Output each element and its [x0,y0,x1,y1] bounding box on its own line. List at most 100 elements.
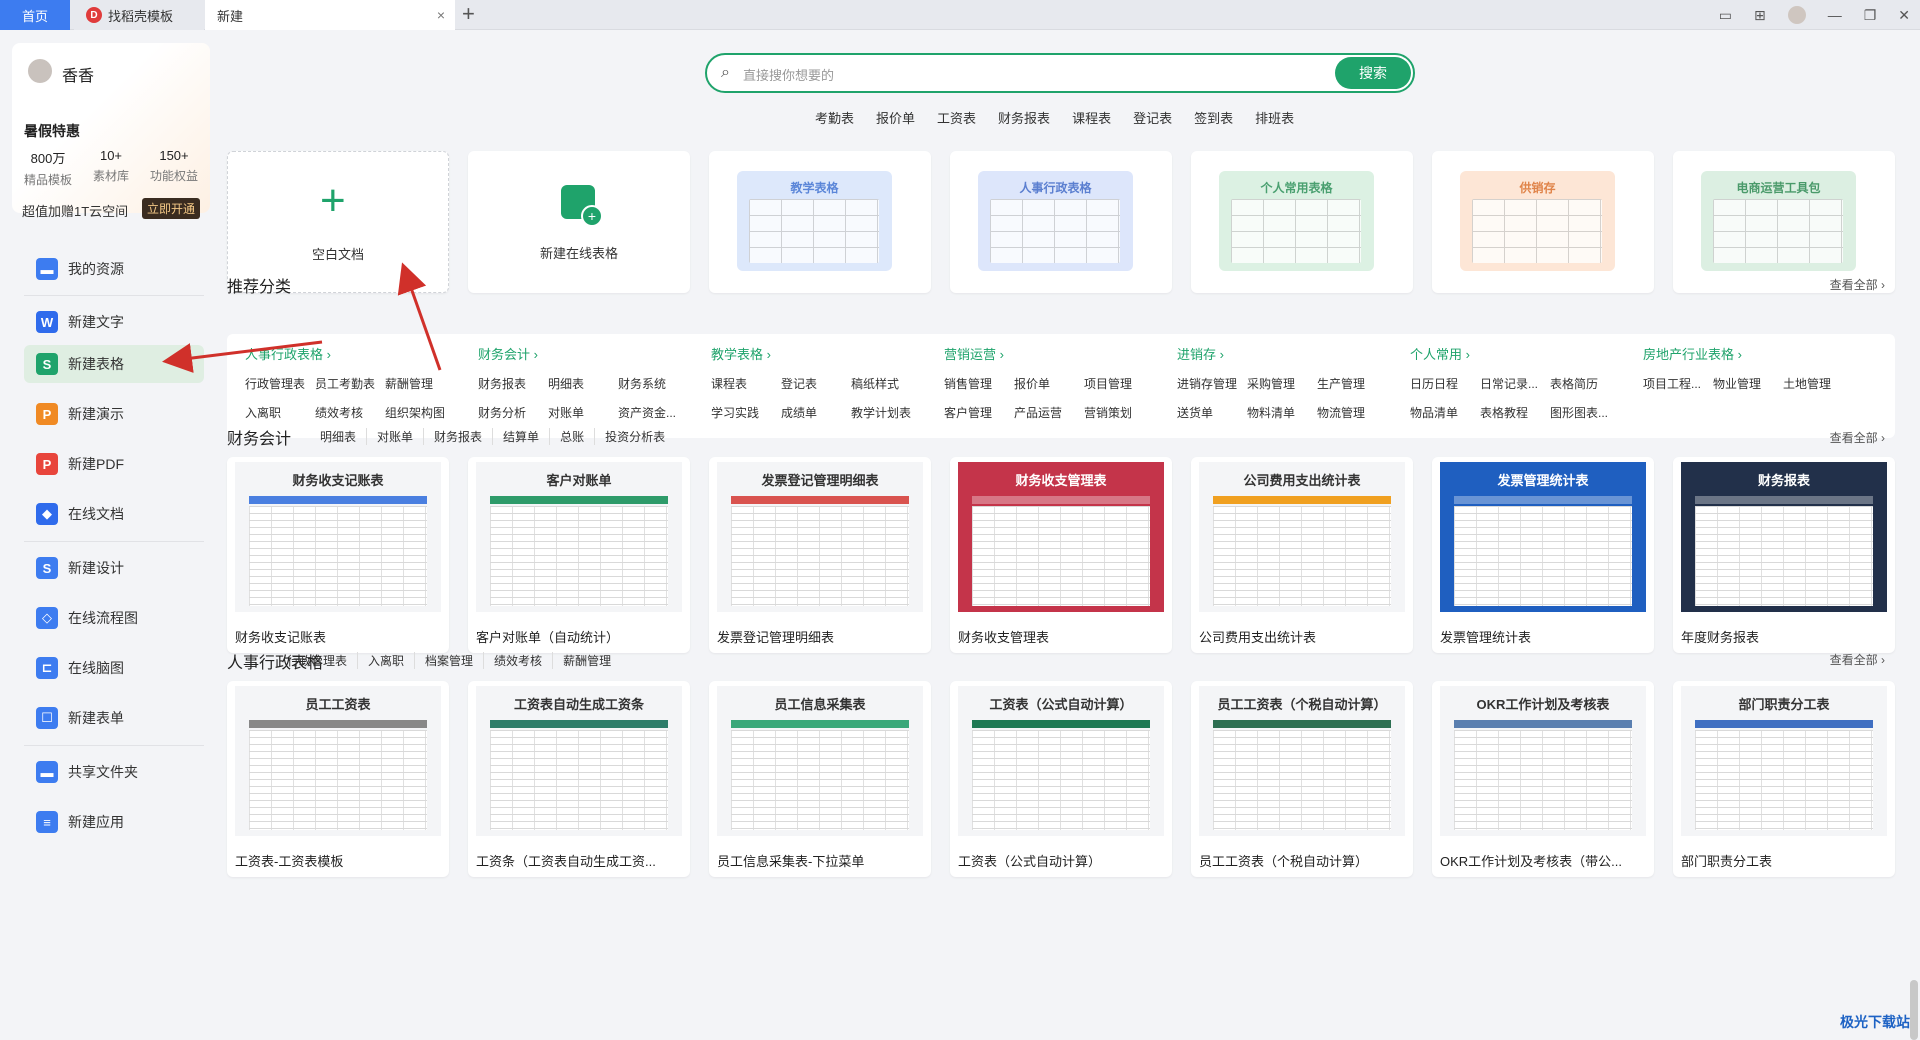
hot-tag[interactable]: 登记表 [1133,108,1172,127]
category-card-teaching[interactable]: 教学表格 [709,151,931,293]
category-card-personal[interactable]: 个人常用表格 [1191,151,1413,293]
subtab[interactable]: 财务报表 [424,428,494,445]
template-card[interactable]: 客户对账单 客户对账单（自动统计） [468,457,690,653]
hot-tag[interactable]: 考勤表 [815,108,854,127]
apps-grid-icon[interactable]: ⊞ [1754,7,1766,24]
category-item[interactable]: 稿纸样式 [851,375,921,392]
category-item[interactable]: 明细表 [548,375,618,392]
template-card[interactable]: OKR工作计划及考核表 OKR工作计划及考核表（带公... [1432,681,1654,877]
user-avatar-small[interactable] [1787,6,1806,24]
layout-icon[interactable]: ▭ [1719,7,1732,24]
tab-docer-templates[interactable]: D 找稻壳模板 [74,0,204,30]
category-item[interactable]: 绩效考核 [315,404,385,421]
category-item[interactable]: 财务系统 [618,375,688,392]
nav-new-app[interactable]: ≡ 新建应用 [24,803,204,841]
nav-new-design[interactable]: S 新建设计 [24,549,204,587]
search-button[interactable]: 搜索 [1335,57,1411,89]
category-item[interactable]: 物品清单 [1410,404,1480,421]
category-item[interactable]: 入离职 [245,404,315,421]
category-item[interactable]: 登记表 [781,375,851,392]
category-card-inventory[interactable]: 供销存 [1432,151,1654,293]
subtab[interactable]: 结算单 [493,428,551,445]
see-all-link[interactable]: 查看全部 › [1830,651,1885,668]
see-all-link[interactable]: 查看全部 › [1830,276,1885,293]
category-head[interactable]: 个人常用 › [1410,344,1640,363]
category-item[interactable]: 土地管理 [1783,375,1853,392]
subtab[interactable]: 行政管理表 [277,652,359,669]
tab-new[interactable]: 新建 × [205,0,455,30]
category-head[interactable]: 房地产行业表格 › [1643,344,1873,363]
category-item[interactable]: 日历日程 [1410,375,1480,392]
subtab[interactable]: 薪酬管理 [553,652,621,669]
category-item[interactable]: 送货单 [1177,404,1247,421]
category-head[interactable]: 进销存 › [1177,344,1407,363]
template-card[interactable]: 财务报表 年度财务报表 [1673,457,1895,653]
template-card[interactable]: 公司费用支出统计表 公司费用支出统计表 [1191,457,1413,653]
template-card[interactable]: 发票管理统计表 发票管理统计表 [1432,457,1654,653]
search-box[interactable]: ⌕ 直接搜你想要的 搜索 [705,53,1415,93]
close-window-icon[interactable]: ✕ [1898,7,1910,24]
category-head[interactable]: 人事行政表格 › [245,344,475,363]
category-head[interactable]: 财务会计 › [478,344,708,363]
nav-new-spreadsheet[interactable]: S 新建表格 [24,345,204,383]
category-item[interactable]: 营销策划 [1084,404,1154,421]
template-card[interactable]: 部门职责分工表 部门职责分工表 [1673,681,1895,877]
nav-new-pdf[interactable]: P 新建PDF [24,445,204,483]
template-card[interactable]: 员工信息采集表 员工信息采集表-下拉菜单 [709,681,931,877]
category-item[interactable]: 课程表 [711,375,781,392]
nav-flowchart[interactable]: ◇ 在线流程图 [24,599,204,637]
template-card[interactable]: 财务收支记账表 财务收支记账表 [227,457,449,653]
avatar[interactable] [26,57,54,85]
category-card-ecommerce[interactable]: 电商运营工具包 [1673,151,1895,293]
subtab[interactable]: 明细表 [310,428,368,445]
add-tab-icon[interactable]: + [462,3,475,25]
subtab[interactable]: 绩效考核 [484,652,554,669]
category-item[interactable]: 物料清单 [1247,404,1317,421]
category-item[interactable]: 客户管理 [944,404,1014,421]
category-item[interactable]: 进销存管理 [1177,375,1247,392]
nav-my-resources[interactable]: ▬ 我的资源 [24,250,204,288]
nav-new-form[interactable]: ☐ 新建表单 [24,699,204,737]
minimize-icon[interactable]: — [1828,7,1842,23]
category-item[interactable]: 薪酬管理 [385,375,455,392]
subtab[interactable]: 投资分析表 [595,428,675,445]
template-card[interactable]: 发票登记管理明细表 发票登记管理明细表 [709,457,931,653]
search-placeholder[interactable]: 直接搜你想要的 [743,65,834,84]
category-item[interactable]: 产品运营 [1014,404,1084,421]
category-item[interactable]: 成绩单 [781,404,851,421]
category-item[interactable]: 员工考勤表 [315,375,385,392]
category-item[interactable]: 物业管理 [1713,375,1783,392]
nav-mindmap[interactable]: ⊏ 在线脑图 [24,649,204,687]
close-tab-icon[interactable]: × [437,7,445,23]
category-card-hr[interactable]: 人事行政表格 [950,151,1172,293]
category-item[interactable]: 教学计划表 [851,404,921,421]
nav-new-presentation[interactable]: P 新建演示 [24,395,204,433]
restore-icon[interactable]: ❐ [1864,7,1877,24]
category-item[interactable]: 日常记录... [1480,375,1550,392]
hot-tag[interactable]: 排班表 [1255,108,1294,127]
category-head[interactable]: 营销运营 › [944,344,1174,363]
template-card[interactable]: 员工工资表 工资表-工资表模板 [227,681,449,877]
template-card[interactable]: 员工工资表（个税自动计算） 员工工资表（个税自动计算） [1191,681,1413,877]
category-item[interactable]: 采购管理 [1247,375,1317,392]
new-online-sheet-card[interactable]: 新建在线表格 [468,151,690,293]
category-item[interactable]: 对账单 [548,404,618,421]
category-item[interactable]: 报价单 [1014,375,1084,392]
scrollbar[interactable] [1910,980,1918,1040]
category-head[interactable]: 教学表格 › [711,344,941,363]
hot-tag[interactable]: 工资表 [937,108,976,127]
template-card[interactable]: 工资表自动生成工资条 工资条（工资表自动生成工资... [468,681,690,877]
category-item[interactable]: 行政管理表 [245,375,315,392]
category-item[interactable]: 图形图表... [1550,404,1620,421]
category-item[interactable]: 资产资金... [618,404,688,421]
category-item[interactable]: 学习实践 [711,404,781,421]
tab-home[interactable]: 首页 [0,0,70,30]
category-item[interactable]: 生产管理 [1317,375,1387,392]
nav-online-doc[interactable]: ◆ 在线文档 [24,495,204,533]
nav-new-writer[interactable]: W 新建文字 [24,303,204,341]
category-item[interactable]: 表格简历 [1550,375,1620,392]
hot-tag[interactable]: 报价单 [876,108,915,127]
subtab[interactable]: 档案管理 [415,652,485,669]
category-item[interactable]: 财务分析 [478,404,548,421]
hot-tag[interactable]: 签到表 [1194,108,1233,127]
